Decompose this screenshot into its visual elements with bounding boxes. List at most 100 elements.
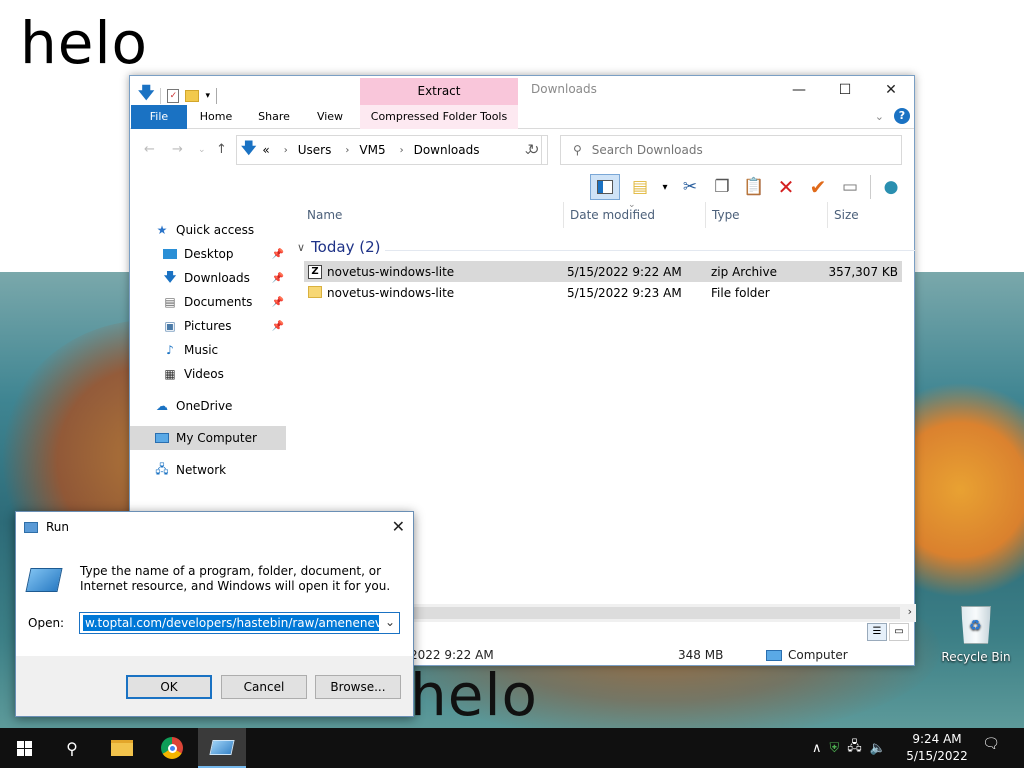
helo-banner-top: helo (20, 9, 149, 77)
crumb-downloads[interactable]: Downloads (414, 143, 480, 157)
browse-button[interactable]: Browse... (315, 675, 401, 699)
search-input[interactable] (591, 143, 872, 157)
desktop-icon (162, 247, 178, 261)
copy-icon[interactable]: ❐ (710, 175, 734, 199)
security-shield-icon[interactable]: ⛨ (830, 741, 840, 756)
globe-icon[interactable]: ● (879, 175, 903, 199)
sidebar-item-documents[interactable]: ▤ Documents 📌 (162, 290, 286, 314)
navigation-bar: ← → ⌄ ↑ 🡇 « › Users › VM5 › Downloads ⌄ … (130, 130, 914, 170)
file-row[interactable]: novetus-windows-lite 5/15/2022 9:23 AM F… (304, 282, 902, 303)
chevron-right-icon: › (283, 144, 288, 156)
taskbar: ⚲ ∧ ⛨ 🖧 🔈 9:24 AM 5/15/2022 🗨 (0, 728, 1024, 768)
sidebar-item-onedrive[interactable]: ☁ OneDrive (154, 394, 310, 418)
sidebar-item-my-computer[interactable]: My Computer (130, 426, 286, 450)
chevron-right-icon: › (345, 144, 350, 156)
file-row[interactable]: Z novetus-windows-lite 5/15/2022 9:22 AM… (304, 261, 902, 282)
column-header-size[interactable]: Size (827, 202, 907, 228)
column-header-type[interactable]: Type (705, 202, 827, 228)
delete-icon[interactable]: ✕ (774, 175, 798, 199)
qat-dropdown-icon[interactable]: ▾ (205, 91, 210, 101)
pin-icon[interactable]: 📌 (272, 297, 284, 308)
recycle-bin-label: Recycle Bin (941, 650, 1011, 664)
up-arrow-icon[interactable]: ↑ (216, 142, 227, 157)
group-header-today[interactable]: ∨ Today (2) (297, 238, 915, 256)
star-icon: ★ (156, 223, 168, 237)
file-size: 357,307 KB (828, 264, 898, 279)
tab-share[interactable]: Share (250, 105, 298, 129)
command-input[interactable]: w.toptal.com/developers/hastebin/raw/ame… (83, 615, 379, 631)
volume-icon[interactable]: 🔈 (870, 741, 886, 756)
network-icon[interactable]: 🖧 (847, 737, 862, 759)
combobox-dropdown-icon[interactable]: ⌄ (385, 615, 395, 629)
rename-check-icon[interactable]: ✔ (806, 175, 830, 199)
sidebar-item-downloads[interactable]: 🡇 Downloads 📌 (162, 266, 286, 290)
address-bar[interactable]: 🡇 « › Users › VM5 › Downloads ⌄ (236, 135, 542, 165)
new-folder-icon[interactable] (185, 89, 200, 102)
status-size: 348 MB (678, 648, 724, 662)
crumb-users[interactable]: Users (298, 143, 332, 157)
folder-icon (111, 740, 133, 756)
start-button[interactable] (0, 728, 48, 768)
tab-compressed-folder-tools[interactable]: Compressed Folder Tools (360, 105, 518, 129)
close-button[interactable]: ✕ (868, 76, 914, 105)
sidebar-item-desktop[interactable]: Desktop 📌 (162, 242, 286, 266)
column-header-name[interactable]: Name (307, 202, 563, 228)
pin-icon[interactable]: 📌 (272, 321, 284, 332)
run-close-button[interactable]: ✕ (392, 517, 405, 536)
back-arrow-icon[interactable]: ← (144, 142, 155, 157)
action-center-icon[interactable]: 🗨 (978, 736, 1004, 760)
preview-pane-icon[interactable] (590, 174, 620, 200)
expand-ribbon-icon[interactable]: ⌄ (875, 110, 884, 123)
open-combobox[interactable]: w.toptal.com/developers/hastebin/raw/ame… (79, 612, 400, 634)
properties-card-icon[interactable]: ▭ (838, 175, 862, 199)
search-icon: ⚲ (573, 143, 582, 157)
run-dialog: Run ✕ Type the name of a program, folder… (15, 511, 414, 717)
new-item-icon[interactable]: ▤ (628, 175, 652, 199)
tab-file[interactable]: File (131, 105, 187, 129)
sidebar-item-music[interactable]: ♪ Music (162, 338, 286, 362)
videos-icon: ▦ (164, 367, 176, 381)
new-item-dropdown-icon[interactable]: ▾ (660, 175, 670, 199)
scroll-right-icon[interactable]: › (908, 605, 912, 618)
details-view-icon[interactable]: ☰ (867, 623, 887, 641)
tab-view[interactable]: View (308, 105, 352, 129)
file-date: 5/15/2022 9:22 AM (567, 264, 682, 279)
sidebar-item-videos[interactable]: ▦ Videos (162, 362, 286, 386)
crumb-vm5[interactable]: VM5 (359, 143, 385, 157)
ok-button[interactable]: OK (126, 675, 212, 699)
address-overflow[interactable]: « (262, 143, 269, 157)
run-icon (209, 739, 235, 755)
paste-icon[interactable]: 📋 (742, 175, 766, 199)
refresh-button[interactable]: ↻ (520, 135, 548, 165)
minimize-button[interactable]: — (776, 76, 822, 105)
help-icon[interactable]: ? (894, 108, 910, 124)
extract-contextual-tab[interactable]: Extract (360, 78, 518, 105)
chevron-up-icon[interactable]: ∧ (812, 741, 822, 756)
computer-monitor-icon (154, 431, 170, 445)
cut-icon[interactable]: ✂ (678, 175, 702, 199)
forward-arrow-icon[interactable]: → (172, 142, 183, 157)
cancel-button[interactable]: Cancel (221, 675, 307, 699)
pin-icon[interactable]: 📌 (272, 273, 284, 284)
maximize-button[interactable]: ☐ (822, 76, 868, 105)
open-label: Open: (28, 616, 65, 630)
properties-icon[interactable]: ✓ (167, 88, 180, 103)
large-icons-view-icon[interactable]: ▭ (889, 623, 909, 641)
pin-icon[interactable]: 📌 (272, 249, 284, 260)
windows-logo-icon (16, 740, 32, 756)
sidebar-item-quick-access[interactable]: ★ Quick access (154, 218, 310, 242)
sidebar-item-pictures[interactable]: ▣ Pictures 📌 (162, 314, 286, 338)
navigation-pane: ★ Quick access Desktop 📌 🡇 Downloads 📌 ▤… (130, 216, 290, 516)
recycle-bin[interactable]: ♻ Recycle Bin (940, 600, 1012, 664)
recent-locations-icon[interactable]: ⌄ (198, 145, 206, 155)
taskbar-run[interactable] (198, 728, 246, 768)
taskbar-search-button[interactable]: ⚲ (48, 728, 96, 768)
taskbar-file-explorer[interactable] (98, 728, 146, 768)
taskbar-chrome[interactable] (148, 728, 196, 768)
network-icon: 🖧 (155, 461, 169, 476)
run-title: Run (46, 520, 70, 534)
tab-home[interactable]: Home (190, 105, 242, 129)
clock[interactable]: 9:24 AM 5/15/2022 (904, 731, 970, 765)
sidebar-item-network[interactable]: 🖧 Network (154, 458, 310, 482)
search-box[interactable]: ⚲ (560, 135, 902, 165)
